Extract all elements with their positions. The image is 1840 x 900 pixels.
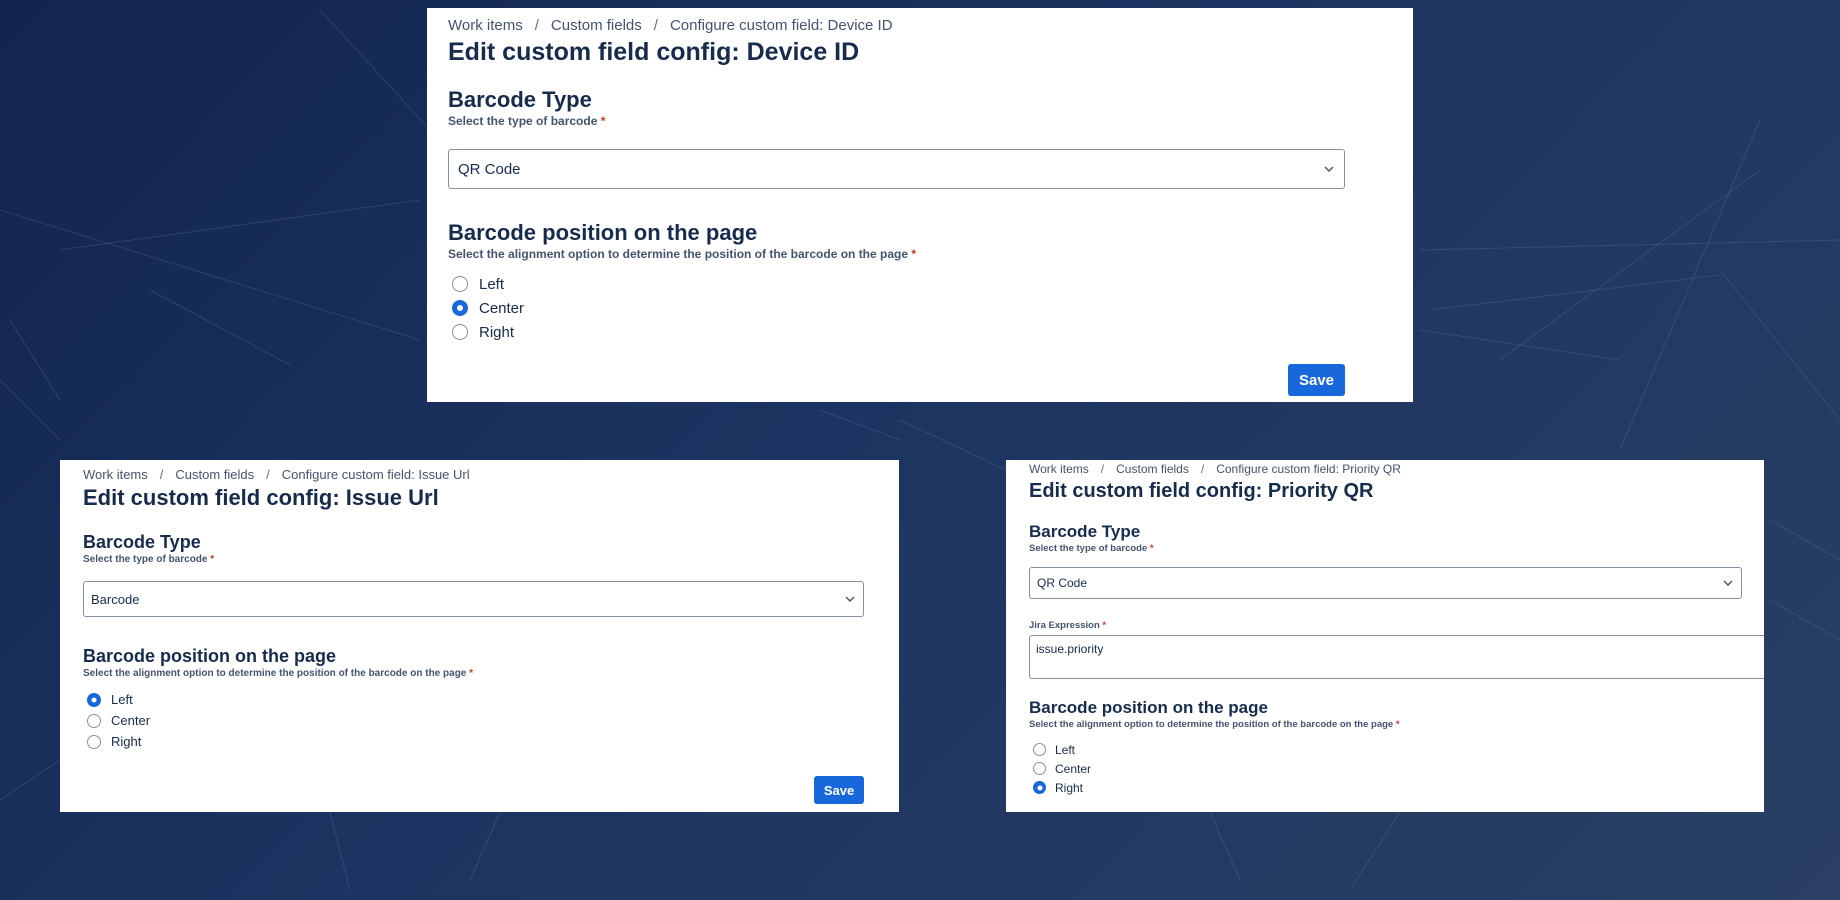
save-button[interactable]: Save [814, 776, 864, 804]
config-panel-issue-url: Work items / Custom fields / Configure c… [60, 460, 899, 812]
breadcrumb-custom-fields[interactable]: Custom fields [1116, 462, 1189, 476]
barcode-type-select[interactable]: Barcode [83, 581, 864, 617]
required-mark: * [911, 247, 917, 261]
jira-expression-input[interactable]: issue.priority [1029, 635, 1764, 679]
position-option-center[interactable]: Center [83, 710, 876, 731]
radio-label-center: Center [479, 299, 525, 317]
barcode-type-selected-value: QR Code [1037, 576, 1088, 590]
jira-expression-label-text: Jira Expression [1029, 620, 1100, 631]
radio-label-right: Right [111, 734, 142, 749]
breadcrumb-separator: / [266, 467, 270, 482]
breadcrumb-current[interactable]: Configure custom field: Device ID [670, 17, 893, 34]
radio-label-center: Center [111, 713, 151, 728]
breadcrumb-work-items[interactable]: Work items [448, 17, 523, 34]
barcode-type-hint-text: Select the type of barcode [1029, 543, 1148, 554]
page-title: Edit custom field config: Priority QR [1029, 480, 1374, 502]
barcode-type-selected-value: Barcode [91, 591, 140, 607]
radio-center[interactable] [87, 713, 101, 728]
breadcrumb-work-items[interactable]: Work items [1029, 462, 1089, 476]
barcode-type-heading: Barcode Type [83, 532, 201, 552]
radio-right[interactable] [1033, 781, 1046, 794]
barcode-position-hint-text: Select the alignment option to determine… [1029, 719, 1394, 730]
position-option-right[interactable]: Right [448, 320, 1392, 344]
breadcrumb-custom-fields[interactable]: Custom fields [551, 17, 642, 34]
barcode-position-heading: Barcode position on the page [1029, 698, 1268, 717]
radio-center[interactable] [1033, 762, 1046, 775]
breadcrumb-current[interactable]: Configure custom field: Priority QR [1216, 462, 1401, 476]
chevron-down-icon [1723, 580, 1733, 586]
radio-label-right: Right [479, 323, 515, 341]
chevron-down-icon [845, 596, 855, 602]
jira-expression-label: Jira Expression * [1029, 619, 1764, 632]
breadcrumb-current[interactable]: Configure custom field: Issue Url [282, 467, 470, 482]
barcode-type-heading: Barcode Type [1029, 522, 1141, 541]
radio-label-left: Left [479, 275, 505, 293]
barcode-type-hint-text: Select the type of barcode [83, 554, 208, 565]
radio-label-left: Left [1055, 742, 1076, 757]
radio-right[interactable] [452, 324, 468, 340]
radio-left[interactable] [87, 692, 101, 707]
config-panel-device-id: Work items / Custom fields / Configure c… [427, 8, 1413, 402]
required-mark: * [1149, 543, 1154, 554]
barcode-position-hint-text: Select the alignment option to determine… [83, 668, 467, 679]
position-option-left[interactable]: Left [1029, 740, 1764, 759]
required-mark: * [210, 554, 215, 565]
position-option-right[interactable]: Right [83, 731, 876, 752]
barcode-position-hint: Select the alignment option to determine… [448, 246, 1392, 262]
breadcrumb-work-items[interactable]: Work items [83, 467, 148, 482]
barcode-type-select[interactable]: QR Code [448, 149, 1345, 189]
barcode-position-hint: Select the alignment option to determine… [83, 667, 876, 681]
barcode-position-heading: Barcode position on the page [448, 220, 758, 245]
save-button[interactable]: Save [1288, 364, 1345, 396]
barcode-type-hint: Select the type of barcode * [448, 113, 1392, 129]
breadcrumb: Work items / Custom fields / Configure c… [448, 15, 1392, 35]
chevron-down-icon [1324, 166, 1334, 172]
barcode-type-heading: Barcode Type [448, 87, 592, 112]
required-mark: * [469, 668, 474, 679]
radio-left[interactable] [1033, 743, 1046, 756]
required-mark: * [1102, 620, 1107, 631]
config-panel-priority-qr: Work items / Custom fields / Configure c… [1006, 460, 1764, 812]
breadcrumb: Work items / Custom fields / Configure c… [1029, 461, 1764, 476]
barcode-type-hint: Select the type of barcode * [1029, 542, 1764, 555]
breadcrumb-separator: / [653, 16, 658, 34]
radio-label-center: Center [1055, 761, 1092, 776]
position-radio-group: Left Center Right [83, 689, 876, 752]
page-title: Edit custom field config: Issue Url [83, 485, 439, 510]
barcode-position-heading: Barcode position on the page [83, 646, 337, 666]
barcode-type-selected-value: QR Code [458, 160, 521, 178]
position-option-right[interactable]: Right [1029, 778, 1764, 797]
barcode-type-select[interactable]: QR Code [1029, 567, 1742, 599]
barcode-position-hint-text: Select the alignment option to determine… [448, 247, 909, 261]
position-radio-group: Left Center Right [1029, 740, 1764, 797]
radio-label-right: Right [1055, 780, 1084, 795]
radio-label-left: Left [111, 692, 133, 707]
barcode-type-hint-text: Select the type of barcode [448, 114, 598, 128]
breadcrumb-separator: / [1100, 461, 1105, 476]
position-option-left[interactable]: Left [448, 272, 1392, 296]
radio-right[interactable] [87, 734, 101, 749]
position-option-center[interactable]: Center [1029, 759, 1764, 778]
breadcrumb: Work items / Custom fields / Configure c… [83, 466, 876, 483]
page-title: Edit custom field config: Device ID [448, 38, 860, 66]
position-radio-group: Left Center Right [448, 272, 1392, 344]
position-option-center[interactable]: Center [448, 296, 1392, 320]
breadcrumb-custom-fields[interactable]: Custom fields [175, 467, 254, 482]
breadcrumb-separator: / [1200, 461, 1205, 476]
required-mark: * [600, 114, 606, 128]
breadcrumb-separator: / [534, 16, 539, 34]
breadcrumb-separator: / [159, 467, 164, 482]
radio-center[interactable] [452, 300, 468, 316]
radio-left[interactable] [452, 276, 468, 292]
barcode-type-hint: Select the type of barcode * [83, 553, 876, 567]
position-option-left[interactable]: Left [83, 689, 876, 710]
barcode-position-hint: Select the alignment option to determine… [1029, 718, 1764, 731]
required-mark: * [1395, 719, 1400, 730]
